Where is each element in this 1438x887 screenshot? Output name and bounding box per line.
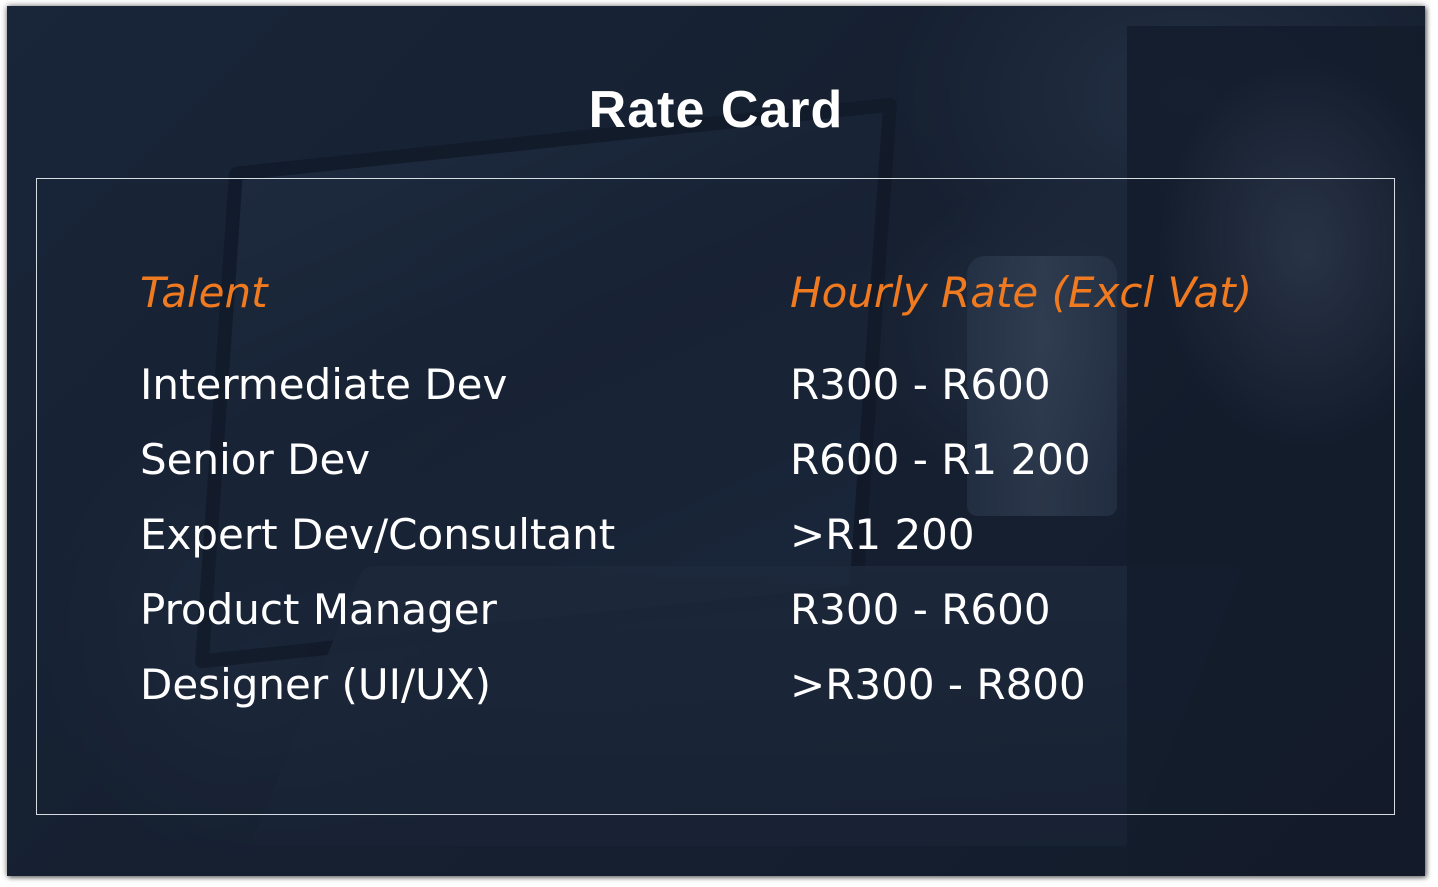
talent-cell: Senior Dev: [140, 435, 371, 484]
table-row: Senior Dev R600 - R1 200: [7, 435, 1425, 495]
column-header-talent: Talent: [140, 268, 268, 317]
table-row: Designer (UI/UX) >R300 - R800: [7, 660, 1425, 720]
talent-cell: Product Manager: [140, 585, 497, 634]
talent-cell: Intermediate Dev: [140, 360, 508, 409]
talent-cell: Designer (UI/UX): [140, 660, 492, 709]
table-row: Product Manager R300 - R600: [7, 585, 1425, 645]
table-row: Intermediate Dev R300 - R600: [7, 360, 1425, 420]
talent-cell: Expert Dev/Consultant: [140, 510, 616, 559]
rate-cell: R300 - R600: [790, 360, 1051, 409]
rate-cell: R600 - R1 200: [790, 435, 1091, 484]
page-title: Rate Card: [588, 81, 844, 139]
rate-cell: R300 - R600: [790, 585, 1051, 634]
rate-cell: >R1 200: [790, 510, 975, 559]
rate-cell: >R300 - R800: [790, 660, 1086, 709]
table-row: Expert Dev/Consultant >R1 200: [7, 510, 1425, 570]
column-header-hourly-rate: Hourly Rate (Excl Vat): [790, 268, 1253, 317]
rate-card: Rate Card Talent Hourly Rate (Excl Vat) …: [7, 6, 1425, 876]
